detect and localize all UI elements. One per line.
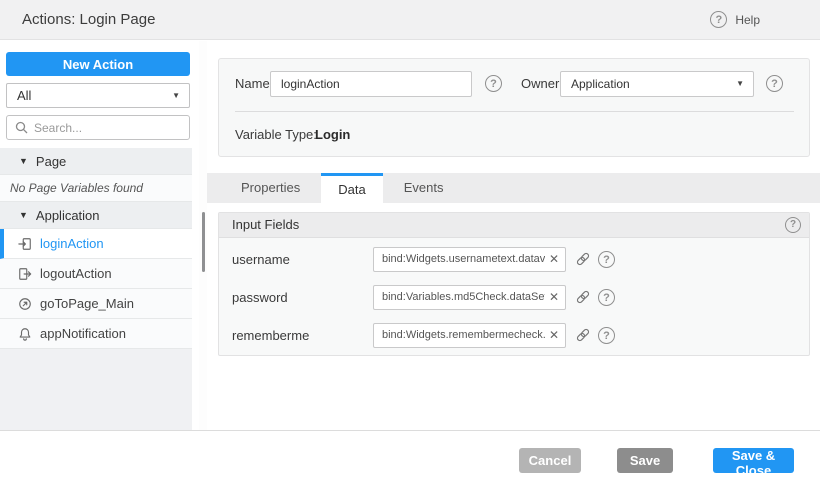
field-help-icon[interactable]: [598, 327, 615, 344]
new-action-button[interactable]: New Action: [6, 52, 190, 76]
input-fields-title: Input Fields: [232, 217, 299, 232]
input-fields-header: Input Fields: [219, 213, 809, 238]
goto-page-icon: [18, 297, 32, 311]
filter-dropdown-value: All: [17, 88, 31, 103]
search-box: [6, 115, 190, 140]
section-page-label: Page: [36, 154, 66, 169]
section-page[interactable]: Page: [0, 148, 192, 175]
bind-expression-input[interactable]: bind:Variables.md5Check.dataSet.valu: [373, 285, 566, 310]
variable-type-label: Variable Type:: [235, 122, 317, 148]
cancel-button[interactable]: Cancel: [519, 448, 581, 473]
input-field-row-password: password bind:Variables.md5Check.dataSet…: [219, 285, 809, 310]
clear-bind-icon[interactable]: [546, 286, 562, 309]
name-input[interactable]: [270, 71, 472, 97]
sidebar-item-label: loginAction: [40, 236, 104, 251]
search-input[interactable]: [34, 121, 181, 135]
section-application-label: Application: [36, 208, 100, 223]
field-label: password: [232, 285, 288, 310]
notification-icon: [18, 327, 32, 341]
field-help-icon[interactable]: [598, 251, 615, 268]
panel-divider: [235, 111, 794, 112]
sidebar-item-gotopage-main[interactable]: goToPage_Main: [0, 289, 192, 319]
collapse-arrow-icon: [19, 210, 28, 220]
owner-dropdown[interactable]: Application: [560, 71, 754, 97]
collapse-arrow-icon: [19, 156, 28, 166]
sidebar-item-loginaction[interactable]: loginAction: [0, 229, 192, 259]
sidebar-item-label: logoutAction: [40, 266, 112, 281]
tab-events[interactable]: Events: [383, 173, 465, 203]
tab-properties[interactable]: Properties: [220, 173, 321, 203]
login-icon: [18, 237, 32, 251]
input-field-row-rememberme: rememberme bind:Widgets.remembermecheck.…: [219, 323, 809, 348]
variable-type-value: Login: [315, 122, 350, 148]
sidebar-item-label: goToPage_Main: [40, 296, 134, 311]
logout-icon: [18, 267, 32, 281]
sidebar-item-label: appNotification: [40, 326, 126, 341]
tab-bar: Properties Data Events: [207, 173, 820, 203]
save-close-button[interactable]: Save & Close: [713, 448, 794, 473]
owner-help-icon[interactable]: [766, 75, 783, 92]
bind-link-icon[interactable]: [575, 289, 591, 310]
sidebar-item-logoutaction[interactable]: logoutAction: [0, 259, 192, 289]
bind-expression-input[interactable]: bind:Widgets.usernametext.datavalue: [373, 247, 566, 272]
owner-dropdown-value: Application: [571, 77, 630, 91]
input-field-row-username: username bind:Widgets.usernametext.datav…: [219, 247, 809, 272]
bind-expression-value: bind:Widgets.usernametext.datavalue: [382, 248, 545, 271]
action-summary-panel: Name: * Owner: * Application Variable Ty…: [218, 58, 810, 157]
bind-link-icon[interactable]: [575, 251, 591, 272]
page-empty-message: No Page Variables found: [0, 175, 192, 202]
chevron-down-icon: [736, 72, 744, 96]
clear-bind-icon[interactable]: [546, 324, 562, 347]
page-header: Actions: Login Page Help: [0, 0, 820, 40]
help-label: Help: [735, 13, 760, 27]
bind-expression-input[interactable]: bind:Widgets.remembermecheck.datav: [373, 323, 566, 348]
save-button[interactable]: Save: [617, 448, 673, 473]
field-label: username: [232, 247, 290, 272]
main-content: Name: * Owner: * Application Variable Ty…: [207, 41, 820, 430]
search-icon: [15, 121, 28, 134]
field-label: rememberme: [232, 323, 309, 348]
tab-data[interactable]: Data: [321, 173, 382, 203]
variables-sidebar: New Action All Page No Page Variables fo…: [0, 41, 192, 430]
page-title: Actions: Login Page: [22, 11, 155, 28]
variables-list: Page No Page Variables found Application…: [0, 148, 192, 430]
bind-expression-value: bind:Variables.md5Check.dataSet.valu: [382, 286, 545, 309]
help-icon: [710, 11, 727, 28]
footer-action-bar: Cancel Save Save & Close: [0, 430, 820, 486]
field-help-icon[interactable]: [598, 289, 615, 306]
help-button[interactable]: Help: [710, 11, 760, 28]
input-fields-help-icon[interactable]: [785, 217, 801, 233]
sidebar-item-appnotification[interactable]: appNotification: [0, 319, 192, 349]
name-help-icon[interactable]: [485, 75, 502, 92]
filter-dropdown[interactable]: All: [6, 83, 190, 108]
bind-link-icon[interactable]: [575, 327, 591, 348]
section-application[interactable]: Application: [0, 202, 192, 229]
vertical-scrollbar[interactable]: [202, 212, 205, 272]
input-fields-panel: Input Fields username bind:Widgets.usern…: [218, 212, 810, 356]
clear-bind-icon[interactable]: [546, 248, 562, 271]
chevron-down-icon: [172, 84, 180, 107]
bind-expression-value: bind:Widgets.remembermecheck.datav: [382, 324, 545, 347]
